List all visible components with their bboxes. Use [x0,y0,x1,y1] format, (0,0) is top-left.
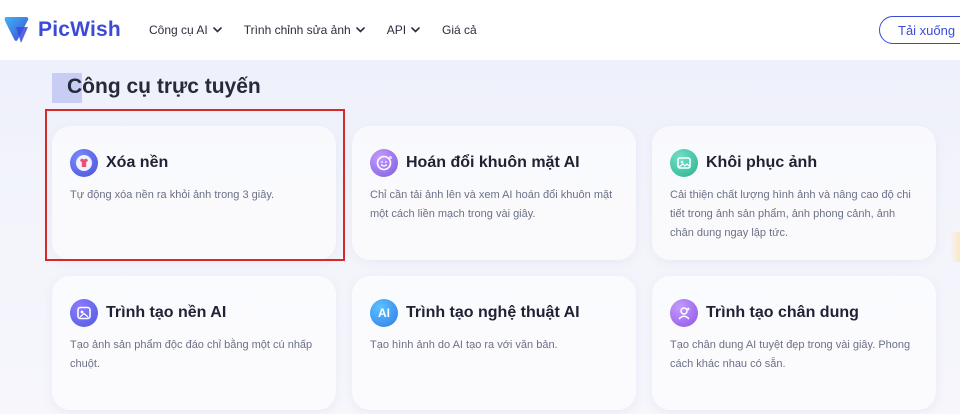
card-title: Trình tạo nghệ thuật AI [406,304,580,321]
tool-card-ai-background-generator[interactable]: Trình tạo nền AI Tạo ảnh sản phẩm độc đá… [52,276,336,410]
nav-item-pricing[interactable]: Giá cả [442,23,477,37]
nav-item-label: Trình chỉnh sửa ảnh [243,23,351,37]
tool-card-photo-restore[interactable]: Khôi phục ảnh Cải thiện chất lượng hình … [652,126,936,260]
download-button[interactable]: Tải xuống [879,16,960,44]
tool-card-portrait-generator[interactable]: Trình tạo chân dung Tạo chân dung AI tuy… [652,276,936,410]
card-description: Tạo hình ảnh do AI tạo ra với văn bản. [370,339,558,351]
decorative-glint [950,232,960,262]
download-button-label: Tải xuống [898,22,956,38]
nav-item-ai-tools[interactable]: Công cụ AI [149,23,222,37]
section-title-block: Công cụ trực tuyến [52,73,261,103]
face-swap-icon [370,149,398,177]
tshirt-icon [70,149,98,177]
card-description: Tự động xóa nền ra khỏi ảnh trong 3 giây… [70,189,275,201]
card-description: Cải thiện chất lượng hình ảnh và nâng ca… [670,189,911,239]
card-title: Xóa nền [106,154,169,171]
card-description: Chỉ cần tải ảnh lên và xem AI hoán đổi k… [370,189,613,220]
chevron-down-icon [212,27,222,33]
card-title: Trình tạo chân dung [706,304,859,321]
logo-text: PicWish [38,18,121,41]
tool-card-remove-background[interactable]: Xóa nền Tự động xóa nền ra khỏi ảnh tron… [52,126,336,260]
ai-art-icon: AI [370,299,398,327]
picwish-logo-icon [4,17,29,43]
top-header: PicWish Công cụ AI Trình chỉnh sửa ảnh A… [0,0,960,60]
nav-item-label: Công cụ AI [149,23,208,37]
main-nav: Công cụ AI Trình chỉnh sửa ảnh API Giá c… [149,0,499,60]
card-description: Tạo chân dung AI tuyệt đẹp trong vài giâ… [670,339,911,370]
portrait-icon [670,299,698,327]
chevron-down-icon [411,27,420,33]
nav-item-label: Giá cả [442,23,477,37]
tool-card-face-swap[interactable]: Hoán đổi khuôn mặt AI Chỉ cần tải ảnh lê… [352,126,636,260]
nav-item-label: API [386,23,407,37]
chevron-down-icon [355,27,365,33]
background-generator-icon [70,299,98,327]
picwish-logo[interactable]: PicWish [4,14,121,46]
card-title: Hoán đổi khuôn mặt AI [406,154,580,171]
ai-art-icon-text: AI [378,306,390,320]
photo-restore-icon [670,149,698,177]
card-title: Trình tạo nền AI [106,304,227,321]
card-description: Tạo ảnh sản phẩm độc đáo chỉ bằng một cú… [70,339,313,370]
nav-item-photo-editor[interactable]: Trình chỉnh sửa ảnh [244,23,365,37]
nav-item-api[interactable]: API [387,23,420,37]
section-title: Công cụ trực tuyến [67,75,261,98]
tool-card-ai-art-generator[interactable]: AI Trình tạo nghệ thuật AI Tạo hình ảnh … [352,276,636,410]
card-title: Khôi phục ảnh [706,154,818,171]
